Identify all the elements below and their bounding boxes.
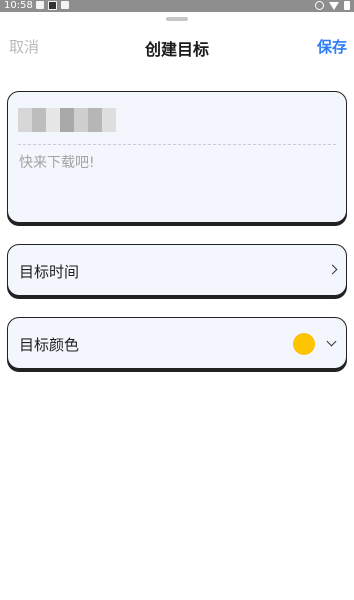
mosaic-block [18,108,32,132]
status-time: 10:58 [4,0,33,11]
header: 取消 创建目标 保存 [0,32,354,64]
wifi-icon [329,1,339,10]
mosaic-block [102,108,116,132]
create-goal-screen: 10:58 取消 创建目标 保存 快来下载吧! 目标时间 目标颜色 [0,0,354,600]
goal-color-label: 目标颜色 [19,336,80,354]
redacted-goal-name [18,108,116,132]
dnd-icon [315,1,324,10]
notification-icon [48,1,57,10]
status-bar: 10:58 [0,0,354,12]
mosaic-block [32,108,46,132]
status-system-icons [315,1,350,10]
goal-time-row[interactable]: 目标时间 [7,244,347,296]
goal-color-row[interactable]: 目标颜色 [7,317,347,369]
chevron-down-icon[interactable] [326,336,337,347]
divider [18,144,336,145]
sheet-drag-handle[interactable] [166,17,188,21]
goal-name-input[interactable] [18,104,336,136]
chevron-right-icon [327,264,338,275]
mosaic-block [74,108,88,132]
mosaic-block [46,108,60,132]
save-button[interactable]: 保存 [317,36,347,57]
mosaic-block [88,108,102,132]
goal-input-card: 快来下载吧! [7,91,347,223]
goal-description-input[interactable]: 快来下载吧! [19,152,95,172]
notification-icon [36,1,44,9]
status-notification-icons [36,1,69,10]
page-title: 创建目标 [144,40,209,59]
goal-time-label: 目标时间 [19,263,80,281]
selected-color-swatch[interactable] [293,333,315,355]
battery-icon [344,1,350,10]
mosaic-block [60,108,74,132]
notification-icon [61,1,69,9]
